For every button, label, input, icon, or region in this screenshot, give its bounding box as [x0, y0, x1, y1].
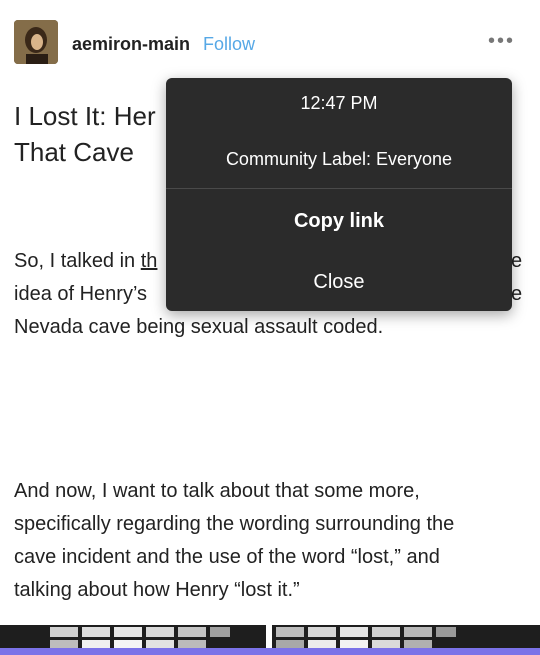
paragraph-text: So, I talked in — [14, 250, 141, 272]
copy-link-button[interactable]: Copy link — [166, 210, 512, 233]
bottom-accent-bar — [0, 648, 540, 655]
more-options-icon[interactable]: ••• — [488, 30, 515, 53]
paragraph-line: And now, I want to talk about that some … — [14, 480, 420, 502]
paragraph-text: e — [511, 283, 523, 305]
paragraph-text: e — [511, 250, 523, 272]
paragraph-2: And now, I want to talk about that some … — [14, 475, 529, 607]
divider — [166, 188, 512, 189]
close-button[interactable]: Close — [166, 271, 512, 294]
post-timestamp: 12:47 PM — [300, 93, 378, 113]
post-header: aemiron-main Follow ••• — [0, 0, 540, 90]
paragraph-line: specifically regarding the wording surro… — [14, 513, 455, 535]
paragraph-line: cave incident and the use of the word “l… — [14, 546, 440, 568]
paragraph-line: Nevada cave being sexual assault coded. — [14, 316, 384, 338]
blog-name[interactable]: aemiron-main — [72, 34, 190, 55]
avatar[interactable] — [14, 20, 58, 64]
community-label: Community Label: Everyone — [225, 149, 453, 169]
paragraph-line: talking about how Henry “lost it.” — [14, 579, 300, 601]
inline-link[interactable]: th — [141, 250, 158, 272]
follow-button[interactable]: Follow — [203, 34, 255, 55]
post-options-popup: 12:47 PM Community Label: Everyone Copy … — [166, 78, 512, 311]
paragraph-text: idea of Henry’s — [14, 283, 148, 305]
